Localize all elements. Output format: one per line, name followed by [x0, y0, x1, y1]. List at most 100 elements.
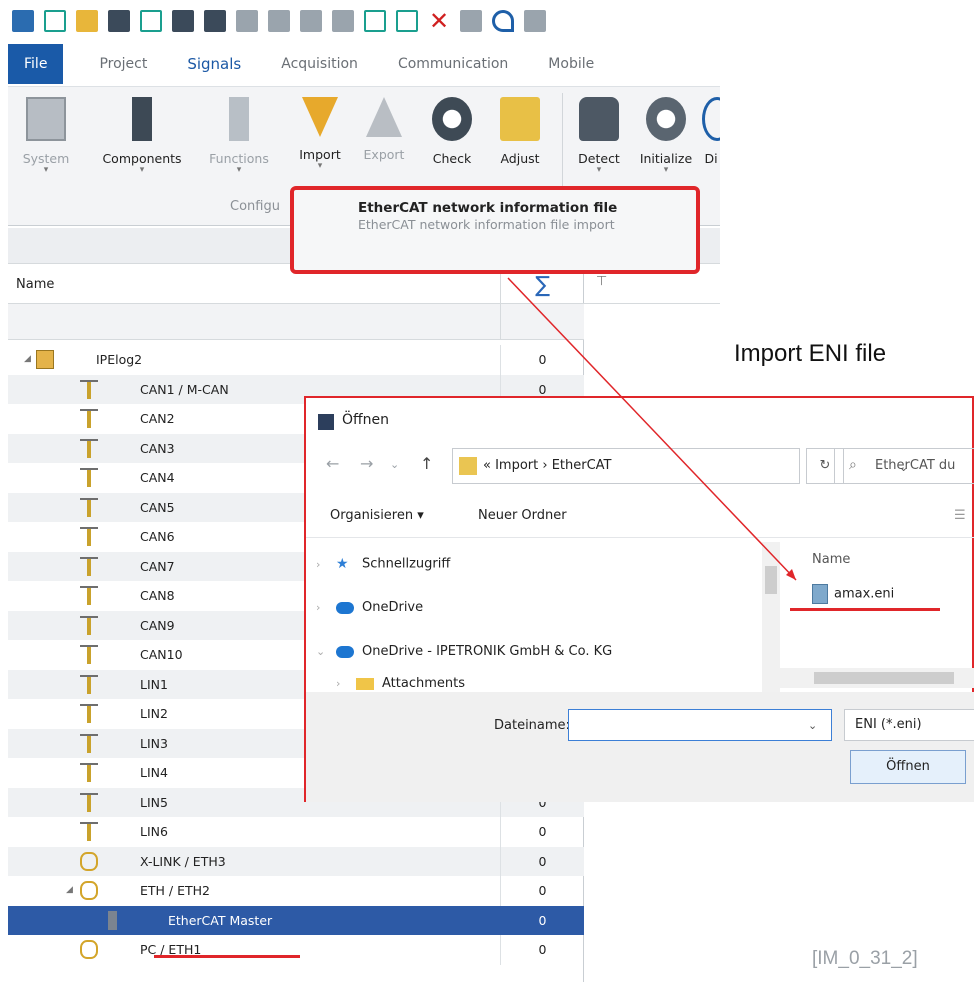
functions-button[interactable]: Functions ▾: [200, 97, 278, 175]
expand-toggle-icon[interactable]: ◢: [24, 345, 31, 375]
new-folder-button[interactable]: Neuer Ordner: [478, 508, 567, 523]
import-button[interactable]: Import ▾: [290, 97, 350, 171]
tree-row[interactable]: ◢ IPElog2 0: [8, 345, 584, 375]
bus-icon: [80, 497, 98, 517]
nav-scrollbar[interactable]: [762, 542, 780, 692]
system-button[interactable]: System ▾: [16, 97, 76, 175]
file-column-name[interactable]: Name: [812, 552, 850, 567]
cut-icon[interactable]: [236, 10, 258, 32]
initialize-label: Initialize: [639, 151, 693, 166]
nav-label: Attachments: [382, 676, 465, 691]
tab-project[interactable]: Project: [79, 44, 167, 84]
file-hscrollbar[interactable]: [780, 668, 974, 688]
tab-file[interactable]: File: [8, 44, 64, 84]
config-icon[interactable]: [172, 10, 194, 32]
dialog-footer: Dateiname: ⌄ ENI (*.eni) Öffnen: [306, 692, 974, 802]
tree-row[interactable]: ◢ ETH / ETH2 0: [8, 876, 584, 906]
back-icon[interactable]: ←: [326, 454, 339, 473]
column-name[interactable]: Name: [16, 277, 54, 292]
export-label: Export: [363, 147, 405, 162]
document-icon[interactable]: [396, 10, 418, 32]
tree-row-label: LIN5: [140, 794, 168, 810]
bus-icon: [80, 556, 98, 576]
file-type-select[interactable]: ENI (*.eni): [844, 709, 974, 741]
folder-icon: [356, 677, 374, 690]
binoculars-icon: [579, 97, 619, 141]
adjust-button[interactable]: Adjust: [490, 97, 550, 166]
tree-row-label: LIN1: [140, 676, 168, 692]
tools-icon[interactable]: [460, 10, 482, 32]
new-icon[interactable]: [44, 10, 66, 32]
import-tooltip[interactable]: EtherCAT network information file EtherC…: [290, 186, 700, 274]
search-input[interactable]: ⌕ EtherCAT du: [834, 448, 974, 484]
filter-row[interactable]: [8, 304, 584, 340]
paste-icon[interactable]: [300, 10, 322, 32]
check-button[interactable]: Check: [426, 97, 478, 166]
figure-reference: [IM_0_31_2]: [812, 948, 918, 969]
chevron-down-icon: ▾: [236, 165, 242, 175]
nav-label: OneDrive - IPETRONIK GmbH & Co. KG: [362, 644, 613, 659]
view-options-icon[interactable]: ☰: [954, 508, 966, 523]
bus-icon: [80, 379, 98, 399]
nav-label: Schnellzugriff: [362, 556, 451, 572]
tab-mobile[interactable]: Mobile: [528, 44, 614, 84]
redo-icon[interactable]: [524, 10, 546, 32]
components-button[interactable]: Components ▾: [92, 97, 192, 175]
tree-row[interactable]: LIN6 0: [8, 817, 584, 847]
display-icon: [702, 97, 720, 141]
open-button[interactable]: Öffnen: [850, 750, 966, 784]
detect-button[interactable]: Detect ▾: [568, 97, 630, 175]
display-button[interactable]: Di: [702, 97, 720, 166]
tree-row-label: ETH / ETH2: [140, 883, 210, 898]
undo-icon[interactable]: [492, 10, 514, 32]
address-row: ← → ⌄ ↑ « Import › EtherCAT ⌄ ↻ ⌕ EtherC…: [306, 446, 974, 486]
pin-icon[interactable]: ⊤: [596, 274, 607, 289]
save-icon[interactable]: [108, 10, 130, 32]
tree-row-label: CAN1 / M-CAN: [140, 381, 229, 397]
save-as-icon[interactable]: [140, 10, 162, 32]
tree-row-count: 0: [500, 846, 584, 876]
tree-row[interactable]: EtherCAT Master 0: [8, 905, 584, 935]
delete-icon[interactable]: ✕: [428, 9, 450, 33]
chevron-down-icon: ▾: [663, 165, 669, 175]
chevron-down-icon[interactable]: ⌄: [390, 458, 399, 471]
export-button[interactable]: Export: [356, 97, 412, 162]
adjust-label: Adjust: [500, 151, 540, 166]
tab-acquisition[interactable]: Acquisition: [261, 44, 378, 84]
chevron-down-icon[interactable]: ⌄: [808, 719, 817, 732]
nav-attachments[interactable]: › Attachments: [336, 676, 465, 691]
open-icon[interactable]: [76, 10, 98, 32]
tree-row-label: CAN9: [140, 617, 175, 633]
ribbon-tabs: File Project Signals Acquisition Communi…: [8, 44, 720, 84]
tab-communication[interactable]: Communication: [378, 44, 528, 84]
initialize-button[interactable]: Initialize ▾: [634, 97, 698, 175]
tree-row[interactable]: PC / ETH1 0: [8, 935, 584, 965]
tree-row-label: CAN3: [140, 440, 175, 456]
add-icon[interactable]: [364, 10, 386, 32]
nav-quick-access[interactable]: › ★ Schnellzugriff: [316, 556, 450, 572]
filename-field[interactable]: [568, 709, 832, 741]
paste-special-icon[interactable]: [332, 10, 354, 32]
tree-row-count: 0: [500, 817, 584, 847]
up-icon[interactable]: ↑: [420, 454, 433, 473]
print-icon[interactable]: [204, 10, 226, 32]
nav-onedrive[interactable]: › OneDrive: [316, 600, 423, 615]
bus-icon: [80, 792, 98, 812]
nav-onedrive-org[interactable]: ⌄ OneDrive - IPETRONIK GmbH & Co. KG: [316, 644, 612, 659]
tree-row[interactable]: X-LINK / ETH3 0: [8, 846, 584, 876]
address-bar[interactable]: « Import › EtherCAT ⌄: [452, 448, 908, 484]
forward-icon[interactable]: →: [360, 454, 373, 473]
copy-icon[interactable]: [268, 10, 290, 32]
chevron-right-icon: ›: [336, 677, 341, 690]
organize-button[interactable]: Organisieren ▾: [330, 508, 424, 523]
highlight-underline: [154, 955, 300, 958]
app-icon: [318, 414, 334, 430]
expand-toggle-icon[interactable]: ◢: [66, 876, 73, 906]
tree-row-label: LIN2: [140, 706, 168, 721]
functions-icon: [229, 97, 249, 141]
app-icon[interactable]: [12, 10, 34, 32]
tree-row-label: IPElog2: [96, 352, 143, 367]
file-item[interactable]: amax.eni: [812, 584, 894, 604]
tab-signals[interactable]: Signals: [167, 44, 261, 84]
tooltip-description: EtherCAT network information file import: [358, 217, 615, 232]
